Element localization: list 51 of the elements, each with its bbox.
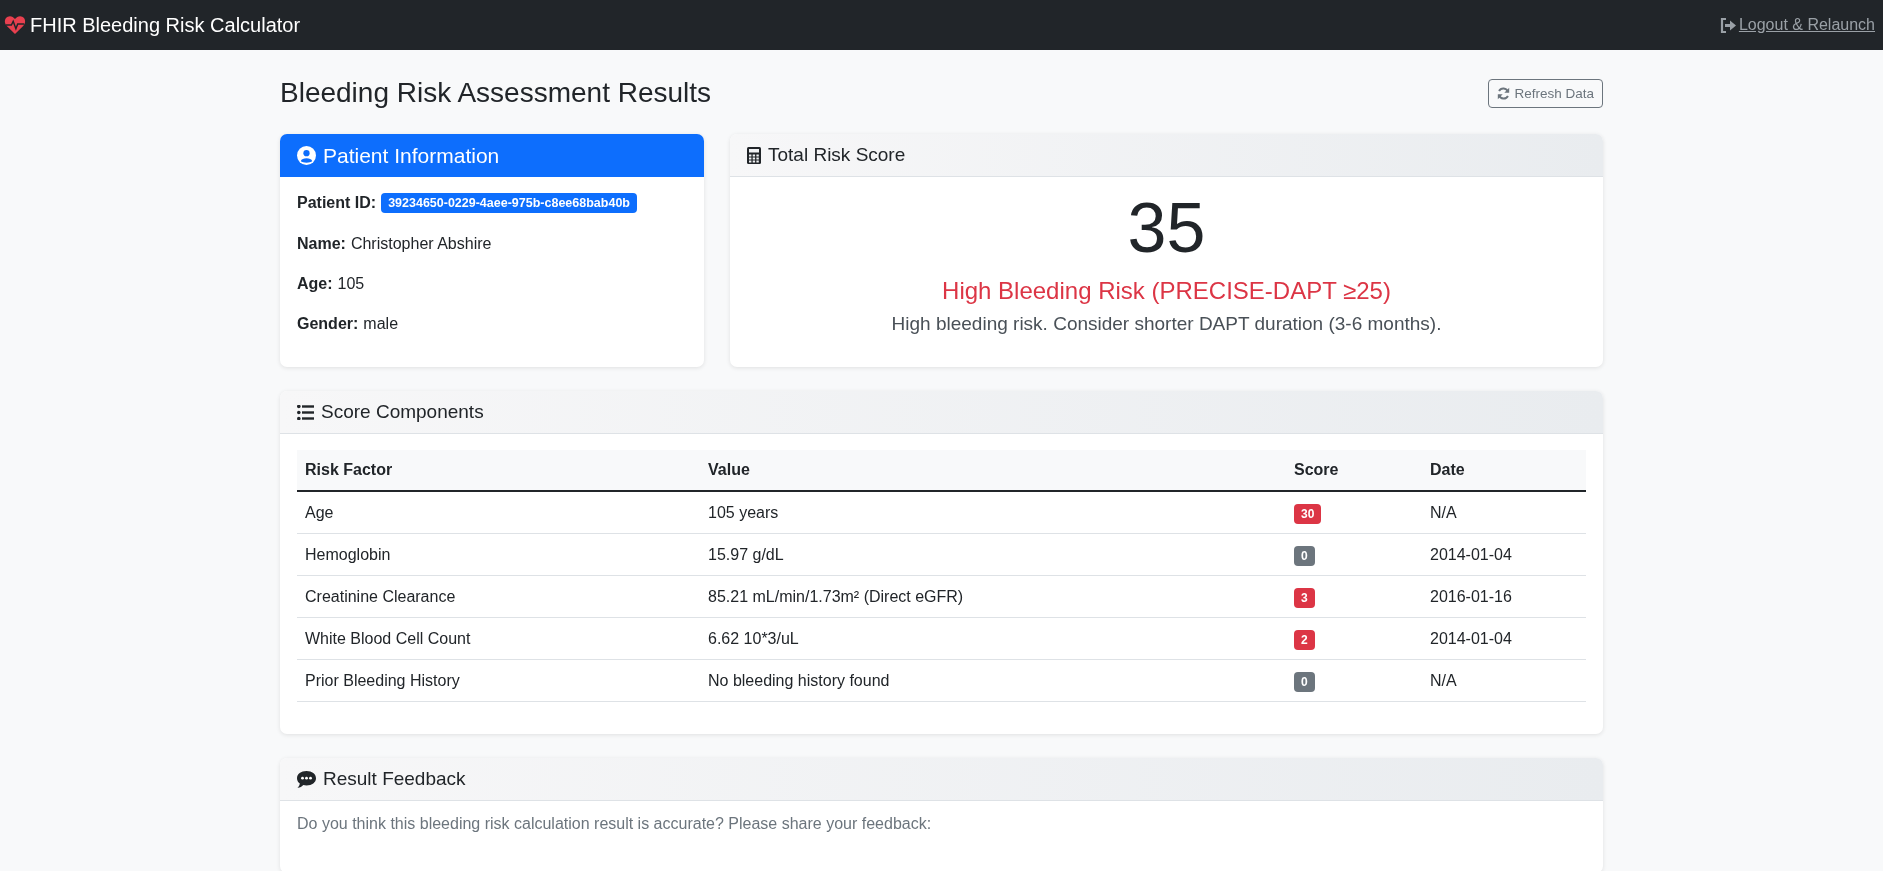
list-icon xyxy=(297,404,314,420)
calculator-icon xyxy=(747,146,761,164)
risk-level: High Bleeding Risk (PRECISE-DAPT ≥25) xyxy=(941,277,1392,305)
score-badge: 2 xyxy=(1294,629,1315,650)
table-cell: 2014-01-04 xyxy=(1422,533,1586,576)
table-cell: N/A xyxy=(1422,491,1586,534)
score-badge: 0 xyxy=(1294,671,1315,692)
card-title: Patient Information xyxy=(323,143,500,168)
column-header: Score xyxy=(1286,450,1422,491)
logout-icon xyxy=(1719,17,1737,33)
table-cell: 15.97 g/dL xyxy=(700,533,1286,576)
table-cell: No bleeding history found xyxy=(700,659,1286,702)
recommendation-text: High bleeding risk. Consider shorter DAPT duration (3-6 months). xyxy=(890,313,1443,335)
refresh-icon xyxy=(1497,86,1511,100)
table-cell: N/A xyxy=(1422,659,1586,702)
table-cell: 2014-01-04 xyxy=(1422,617,1586,660)
total-score: 35 xyxy=(1126,193,1207,263)
heart-pulse-icon xyxy=(4,15,26,35)
table-cell: 105 years xyxy=(700,491,1286,534)
field-value: 105 xyxy=(337,275,365,293)
column-header: Date xyxy=(1422,450,1586,491)
table-cell: Creatinine Clearance xyxy=(297,575,700,618)
table-cell: 2016-01-16 xyxy=(1422,575,1586,618)
table-cell: 6.62 10*3/uL xyxy=(700,617,1286,660)
refresh-button[interactable]: Refresh Data xyxy=(1488,78,1603,108)
field-label: Name: xyxy=(297,235,346,253)
table-cell: White Blood Cell Count xyxy=(297,617,700,660)
card-title: Result Feedback xyxy=(323,768,466,790)
feedback-prompt: Do you think this bleeding risk calculation result is accurate? Please share your feedback: xyxy=(297,815,933,833)
card-title: Total Risk Score xyxy=(768,144,906,166)
field-value: male xyxy=(363,315,399,333)
user-circle-icon xyxy=(297,146,316,165)
table-cell: Prior Bleeding History xyxy=(297,659,700,702)
column-header: Value xyxy=(700,450,1286,491)
speech-bubble-icon xyxy=(297,770,316,788)
field-label: Gender: xyxy=(297,315,359,333)
table-cell: 85.21 mL/min/1.73m² (Direct eGFR) xyxy=(700,575,1286,618)
app-title: FHIR Bleeding Risk Calculator xyxy=(30,13,301,37)
logout-link[interactable]: Logout & Relaunch xyxy=(1738,16,1875,34)
field-label: Patient ID: xyxy=(297,194,377,212)
score-badge: 0 xyxy=(1294,545,1315,566)
score-badge: 30 xyxy=(1294,503,1322,524)
patient-id-badge: 39234650-0229-4aee-975b-c8ee68bab40b xyxy=(381,193,637,213)
table-cell: Age xyxy=(297,491,700,534)
field-label: Age: xyxy=(297,275,333,293)
field-value: Christopher Abshire xyxy=(350,235,492,253)
score-badge: 3 xyxy=(1294,587,1315,608)
column-header: Risk Factor xyxy=(297,450,700,491)
card-title: Score Components xyxy=(321,401,484,423)
table-cell: Hemoglobin xyxy=(297,533,700,576)
page-title: Bleeding Risk Assessment Results xyxy=(280,77,712,109)
